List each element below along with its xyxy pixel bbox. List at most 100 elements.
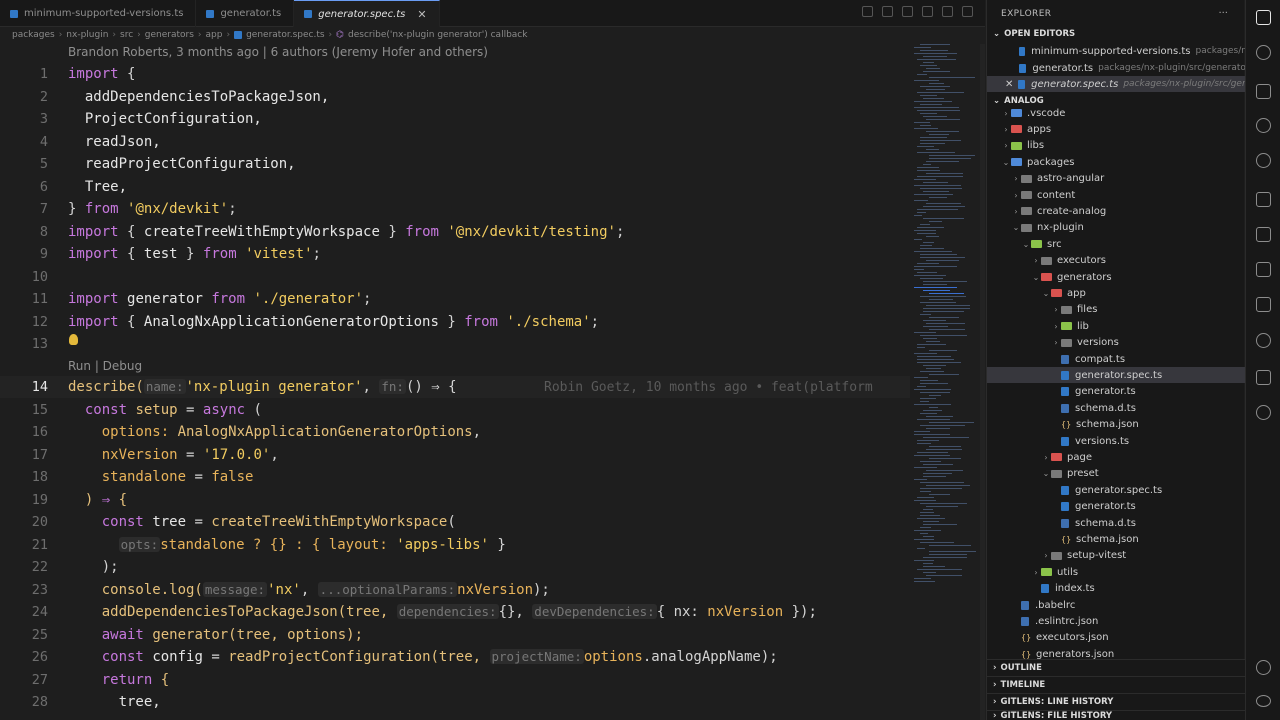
file-tree-item[interactable]: schema.d.ts xyxy=(987,400,1245,416)
line-number: 24 xyxy=(31,604,48,620)
more-actions-icon[interactable] xyxy=(962,6,973,17)
folder-tree-item[interactable]: › page xyxy=(987,449,1245,465)
folder-tree-item[interactable]: › utils xyxy=(987,564,1245,580)
line-number: 9 xyxy=(39,246,48,262)
source-control-icon[interactable] xyxy=(1256,45,1271,60)
editor-tab-bar: minimum-supported-versions.ts generator.… xyxy=(0,0,985,27)
file-tree-item[interactable]: .eslintrc.json xyxy=(987,613,1245,629)
folder-tree-item[interactable]: › .vscode xyxy=(987,105,1245,121)
lightbulb-icon[interactable] xyxy=(69,334,78,345)
json-file-icon: {} xyxy=(1061,534,1072,544)
tab-generator-spec[interactable]: generator.spec.ts ✕ xyxy=(294,0,440,27)
minimap[interactable] xyxy=(912,44,978,584)
folder-tree-item[interactable]: ⌄ app xyxy=(987,285,1245,301)
more-icon[interactable]: ··· xyxy=(1218,8,1228,19)
line-number: 1 xyxy=(39,66,48,82)
remote-explorer-icon[interactable] xyxy=(1256,84,1271,99)
split-editor-icon[interactable] xyxy=(942,6,953,17)
typescript-file-icon xyxy=(304,10,313,18)
folder-tree-item[interactable]: › versions xyxy=(987,335,1245,351)
settings-gear-icon[interactable] xyxy=(1256,695,1271,707)
file-tree-item[interactable]: generator.ts xyxy=(987,499,1245,515)
account-icon[interactable] xyxy=(1256,660,1271,675)
editor-scrollbar[interactable] xyxy=(980,44,985,720)
folder-tree-item[interactable]: › executors xyxy=(987,253,1245,269)
explorer-icon[interactable] xyxy=(1256,10,1271,25)
file-tree-item[interactable]: schema.d.ts xyxy=(987,515,1245,531)
breadcrumb-item[interactable]: generators xyxy=(145,30,194,40)
file-tree-item[interactable]: index.ts xyxy=(987,581,1245,597)
run-debug-icon[interactable] xyxy=(1256,192,1271,207)
gitlens-file-history-section[interactable]: › GITLENS: FILE HISTORY xyxy=(987,710,1245,720)
line-number: 5 xyxy=(39,156,48,172)
folder-tree-item[interactable]: › apps xyxy=(987,121,1245,137)
minimap-line xyxy=(923,56,947,57)
breadcrumb-item[interactable]: describe('nx-plugin generator') callback xyxy=(348,30,527,40)
chevron-right-icon: › xyxy=(1014,206,1018,216)
code-line: 22 ); xyxy=(0,556,910,578)
tree-item-label: index.ts xyxy=(1055,583,1095,595)
tab-generator[interactable]: generator.ts xyxy=(196,0,295,27)
file-tree-item[interactable]: {} schema.json xyxy=(987,531,1245,547)
minimap-line xyxy=(914,266,957,267)
typescript-file-icon xyxy=(206,9,215,18)
docker-icon[interactable] xyxy=(1256,370,1271,385)
gitlens-line-history-section[interactable]: › GITLENS: LINE HISTORY xyxy=(987,693,1245,710)
file-tree-item[interactable]: generator.spec.ts xyxy=(987,482,1245,498)
file-tree-item[interactable]: versions.ts xyxy=(987,433,1245,449)
breadcrumb-item[interactable]: src xyxy=(120,30,133,40)
open-editor-item-active[interactable]: ✕ generator.spec.ts packages/nx-plugin/src… xyxy=(987,76,1245,92)
breadcrumb-item[interactable]: packages xyxy=(12,30,55,40)
tab-minimum-supported-versions[interactable]: minimum-supported-versions.ts xyxy=(0,0,197,27)
gitlens-icon[interactable] xyxy=(1256,118,1271,133)
folder-tree-item[interactable]: ⌄ nx-plugin xyxy=(987,220,1245,236)
file-tree-item[interactable]: {} executors.json xyxy=(987,630,1245,646)
folder-tree-item[interactable]: ⌄ preset xyxy=(987,466,1245,482)
folder-tree-item[interactable]: › create-analog xyxy=(987,203,1245,219)
compare-icon[interactable] xyxy=(922,6,933,17)
breadcrumb-item[interactable]: generator.spec.ts xyxy=(246,30,324,40)
close-icon[interactable]: ✕ xyxy=(1005,79,1018,90)
go-back-icon[interactable] xyxy=(882,6,893,17)
open-editor-item[interactable]: generator.ts packages/nx-plugin/src/gener… xyxy=(987,60,1245,76)
minimap-line xyxy=(914,500,936,501)
file-tree-item[interactable]: generator.ts xyxy=(987,384,1245,400)
code-line: 27 return { xyxy=(0,669,910,691)
folder-tree-item[interactable]: › files xyxy=(987,302,1245,318)
search-icon[interactable] xyxy=(1256,153,1271,168)
minimap-line xyxy=(914,101,952,102)
file-tree-item[interactable]: .babelrc xyxy=(987,597,1245,613)
breadcrumb-item[interactable]: nx-plugin xyxy=(66,30,108,40)
file-tree-item[interactable]: compat.ts xyxy=(987,351,1245,367)
file-tree-item[interactable]: generator.spec.ts xyxy=(987,367,1245,384)
code-line: 26 const config = readProjectConfigurati… xyxy=(0,646,910,668)
remote-icon[interactable] xyxy=(1256,227,1271,242)
code-editor[interactable]: Brandon Roberts, 3 months ago | 6 author… xyxy=(0,44,910,720)
code-line: 12 import { AnalogNxApplicationGeneratorO… xyxy=(0,311,910,333)
folder-icon xyxy=(1011,109,1022,117)
go-forward-icon[interactable] xyxy=(902,6,913,17)
folder-tree-item[interactable]: › setup-vitest xyxy=(987,548,1245,564)
breadcrumb-item[interactable]: app xyxy=(206,30,223,40)
timeline-section[interactable]: › TIMELINE xyxy=(987,676,1245,693)
folder-tree-item[interactable]: › astro-angular xyxy=(987,171,1245,187)
folder-tree-item[interactable]: ⌄ generators xyxy=(987,269,1245,285)
edge-tools-icon[interactable] xyxy=(1256,405,1271,420)
codelens-run-debug[interactable]: Run | Debug xyxy=(68,359,142,373)
outline-section[interactable]: › OUTLINE xyxy=(987,659,1245,676)
codelens-blame[interactable]: Brandon Roberts, 3 months ago | 6 author… xyxy=(68,45,488,59)
open-editors-section[interactable]: ⌄ OPEN EDITORS xyxy=(987,26,1075,42)
close-icon[interactable]: ✕ xyxy=(417,8,426,21)
file-tree-item[interactable]: {} schema.json xyxy=(987,417,1245,433)
folder-tree-item[interactable]: › libs xyxy=(987,138,1245,154)
folder-tree-item[interactable]: ⌄ packages xyxy=(987,154,1245,170)
testing-icon[interactable] xyxy=(1256,297,1271,312)
timeline-icon[interactable] xyxy=(862,6,873,17)
folder-tree-item[interactable]: › lib xyxy=(987,318,1245,334)
extensions-icon[interactable] xyxy=(1256,262,1271,277)
nx-console-icon[interactable] xyxy=(1256,333,1271,348)
folder-tree-item[interactable]: ⌄ src xyxy=(987,236,1245,252)
folder-tree-item[interactable]: › content xyxy=(987,187,1245,203)
editor-actions xyxy=(862,6,973,17)
open-editor-item[interactable]: minimum-supported-versions.tspackages/nx… xyxy=(987,43,1245,59)
